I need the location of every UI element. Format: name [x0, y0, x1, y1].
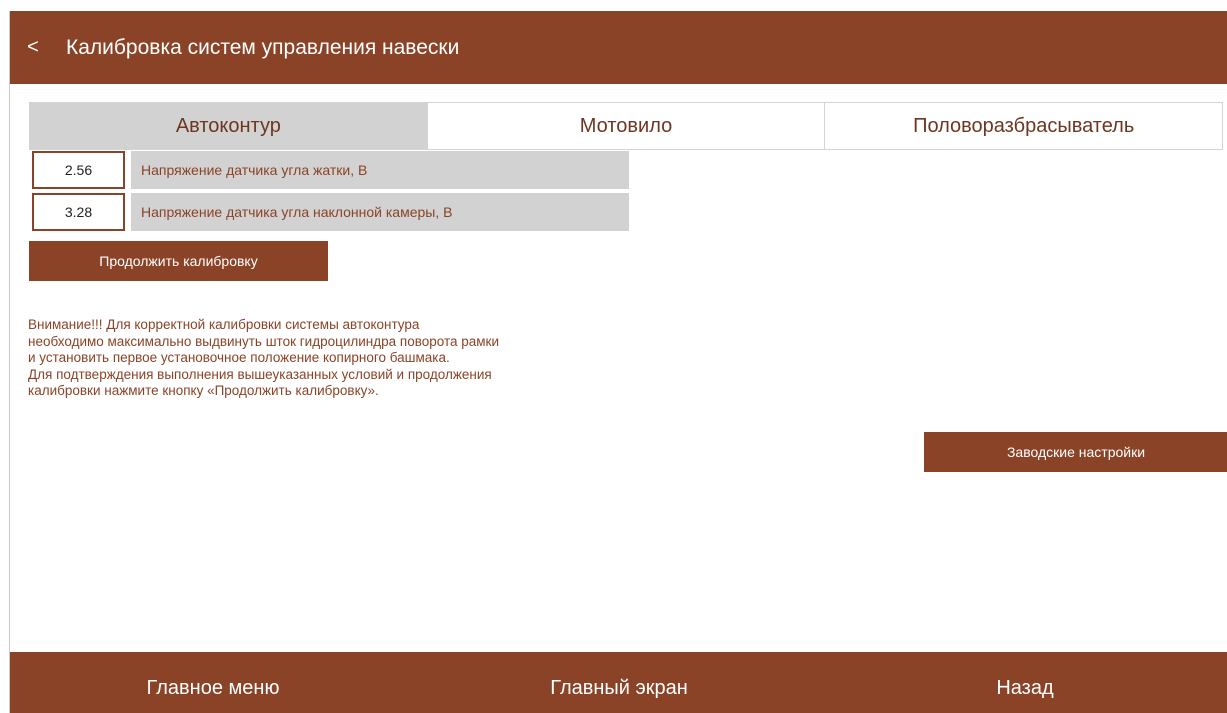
page-title: Калибровка систем управления навески: [66, 35, 460, 59]
calibration-screen: < Калибровка систем управления навески А…: [9, 11, 1227, 713]
continue-calibration-button[interactable]: Продолжить калибровку: [29, 241, 328, 281]
param-row-header-angle: 2.56 Напряжение датчика угла жатки, В: [32, 151, 629, 189]
main-screen-button[interactable]: Главный экран: [416, 652, 822, 713]
header-bar: < Калибровка систем управления навески: [10, 11, 1227, 84]
feeder-angle-voltage-field[interactable]: 3.28: [32, 193, 125, 231]
feeder-angle-voltage-label: Напряжение датчика угла наклонной камеры…: [131, 193, 629, 231]
warning-line: калибровки нажмите кнопку «Продолжить ка…: [28, 383, 379, 398]
warning-line: необходимо максимально выдвинуть шток ги…: [28, 333, 499, 349]
footer-nav: Главное меню Главный экран Назад: [10, 652, 1227, 713]
warning-line: Внимание!!! Для корректной калибровки си…: [28, 317, 420, 332]
back-button[interactable]: Назад: [822, 652, 1227, 713]
param-row-feeder-angle: 3.28 Напряжение датчика угла наклонной к…: [32, 193, 629, 231]
warning-line: и установить первое установочное положен…: [28, 350, 450, 365]
tab-bar: Автоконтур Мотовило Половоразбрасыватель: [29, 102, 1223, 150]
header-angle-voltage-field[interactable]: 2.56: [32, 151, 125, 189]
tab-reel[interactable]: Мотовило: [426, 103, 825, 149]
warning-text: Внимание!!! Для корректной калибровки си…: [28, 317, 728, 400]
tab-autocontour[interactable]: Автоконтур: [30, 103, 427, 149]
factory-settings-button[interactable]: Заводские настройки: [924, 432, 1227, 472]
tab-chaff-spreader[interactable]: Половоразбрасыватель: [824, 103, 1223, 149]
back-arrow-button[interactable]: <: [10, 11, 56, 84]
main-menu-button[interactable]: Главное меню: [10, 652, 416, 713]
header-angle-voltage-label: Напряжение датчика угла жатки, В: [131, 151, 629, 189]
warning-line: Для подтверждения выполнения вышеуказанн…: [28, 366, 492, 382]
